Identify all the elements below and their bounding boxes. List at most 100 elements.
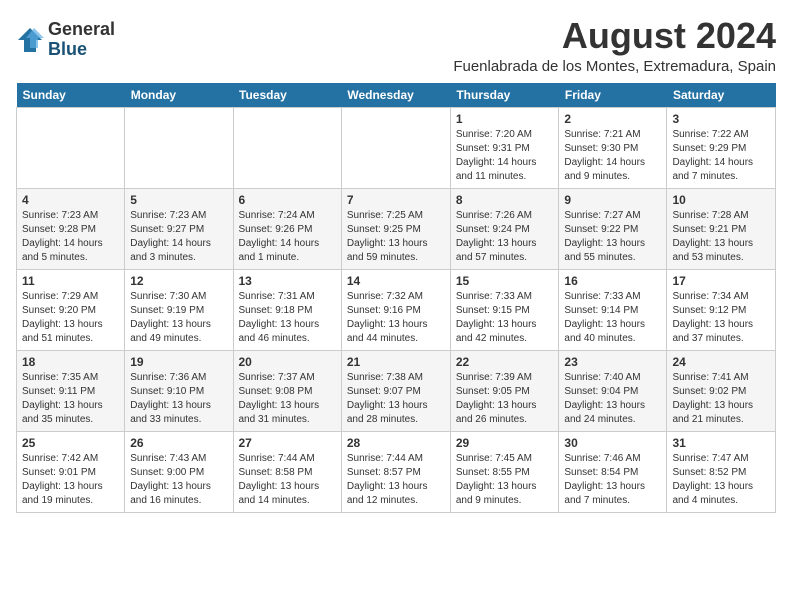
calendar-cell: 2Sunrise: 7:21 AM Sunset: 9:30 PM Daylig… <box>559 107 667 188</box>
day-number: 23 <box>564 355 661 369</box>
calendar-cell: 24 Sunrise: 7:41 AM Sunset: 9:02 PM Dayli… <box>667 350 776 431</box>
logo-icon <box>16 26 44 54</box>
day-info: Sunrise: 7:46 AM Sunset: 8:54 PM Dayligh… <box>564 452 661 508</box>
day-header-saturday: Saturday <box>667 83 776 108</box>
day-info: Sunrise: 7:40 AM Sunset: 9:04 PM Dayligh… <box>564 371 661 427</box>
calendar-cell: 10Sunrise: 7:28 AM Sunset: 9:21 PM Dayli… <box>667 188 776 269</box>
day-number: 21 <box>347 355 445 369</box>
week-row-3: 11 Sunrise: 7:29 AM Sunset: 9:20 PM Dayli… <box>17 269 776 350</box>
day-info: Sunrise: 7:41 AM Sunset: 9:02 PM Dayligh… <box>672 371 770 427</box>
day-number: 7 <box>347 193 445 207</box>
day-info: Sunrise: 7:33 AM Sunset: 9:14 PM Dayligh… <box>564 290 661 346</box>
title-area: August 2024 Fuenlabrada de los Montes, E… <box>453 16 776 75</box>
day-info: Sunrise: 7:24 AM Sunset: 9:26 PM Dayligh… <box>239 209 336 265</box>
day-number: 16 <box>564 274 661 288</box>
day-number: 18 <box>22 355 119 369</box>
day-info: Sunrise: 7:30 AM Sunset: 9:19 PM Dayligh… <box>130 290 227 346</box>
day-info: Sunrise: 7:44 AM Sunset: 8:58 PM Dayligh… <box>239 452 336 508</box>
calendar-cell: 21Sunrise: 7:38 AM Sunset: 9:07 PM Dayli… <box>341 350 450 431</box>
day-info: Sunrise: 7:37 AM Sunset: 9:08 PM Dayligh… <box>239 371 336 427</box>
week-row-5: 25 Sunrise: 7:42 AM Sunset: 9:01 PM Dayli… <box>17 431 776 512</box>
calendar-cell: 13Sunrise: 7:31 AM Sunset: 9:18 PM Dayli… <box>233 269 341 350</box>
day-header-sunday: Sunday <box>17 83 125 108</box>
day-info: Sunrise: 7:27 AM Sunset: 9:22 PM Dayligh… <box>564 209 661 265</box>
day-info: Sunrise: 7:29 AM Sunset: 9:20 PM Dayligh… <box>22 290 119 346</box>
day-number: 27 <box>239 436 336 450</box>
day-number: 31 <box>672 436 770 450</box>
day-number: 9 <box>564 193 661 207</box>
header: General Blue August 2024 Fuenlabrada de … <box>16 16 776 75</box>
week-row-4: 18 Sunrise: 7:35 AM Sunset: 9:11 PM Dayli… <box>17 350 776 431</box>
day-number: 17 <box>672 274 770 288</box>
calendar-cell: 20 Sunrise: 7:37 AM Sunset: 9:08 PM Dayli… <box>233 350 341 431</box>
calendar-cell: 19 Sunrise: 7:36 AM Sunset: 9:10 PM Dayli… <box>125 350 233 431</box>
day-info: Sunrise: 7:23 AM Sunset: 9:28 PM Dayligh… <box>22 209 119 265</box>
day-number: 14 <box>347 274 445 288</box>
calendar-cell: 7Sunrise: 7:25 AM Sunset: 9:25 PM Daylig… <box>341 188 450 269</box>
day-number: 2 <box>564 112 661 126</box>
day-number: 4 <box>22 193 119 207</box>
calendar-cell <box>17 107 125 188</box>
calendar-cell: 6Sunrise: 7:24 AM Sunset: 9:26 PM Daylig… <box>233 188 341 269</box>
calendar-cell: 22 Sunrise: 7:39 AM Sunset: 9:05 PM Dayli… <box>450 350 559 431</box>
days-header-row: SundayMondayTuesdayWednesdayThursdayFrid… <box>17 83 776 108</box>
day-number: 24 <box>672 355 770 369</box>
day-info: Sunrise: 7:33 AM Sunset: 9:15 PM Dayligh… <box>456 290 554 346</box>
day-number: 28 <box>347 436 445 450</box>
day-number: 20 <box>239 355 336 369</box>
day-number: 29 <box>456 436 554 450</box>
calendar-table: SundayMondayTuesdayWednesdayThursdayFrid… <box>16 83 776 513</box>
calendar-cell: 9 Sunrise: 7:27 AM Sunset: 9:22 PM Daylig… <box>559 188 667 269</box>
calendar-cell: 26Sunrise: 7:43 AM Sunset: 9:00 PM Dayli… <box>125 431 233 512</box>
location-subtitle: Fuenlabrada de los Montes, Extremadura, … <box>453 58 776 75</box>
day-number: 8 <box>456 193 554 207</box>
day-info: Sunrise: 7:34 AM Sunset: 9:12 PM Dayligh… <box>672 290 770 346</box>
calendar-cell: 1 Sunrise: 7:20 AM Sunset: 9:31 PM Daylig… <box>450 107 559 188</box>
day-info: Sunrise: 7:26 AM Sunset: 9:24 PM Dayligh… <box>456 209 554 265</box>
day-number: 30 <box>564 436 661 450</box>
day-info: Sunrise: 7:31 AM Sunset: 9:18 PM Dayligh… <box>239 290 336 346</box>
calendar-cell <box>341 107 450 188</box>
calendar-cell <box>233 107 341 188</box>
day-info: Sunrise: 7:22 AM Sunset: 9:29 PM Dayligh… <box>672 128 770 184</box>
day-info: Sunrise: 7:47 AM Sunset: 8:52 PM Dayligh… <box>672 452 770 508</box>
logo-text: General Blue <box>48 20 115 60</box>
calendar-cell: 12 Sunrise: 7:30 AM Sunset: 9:19 PM Dayli… <box>125 269 233 350</box>
week-row-1: 1 Sunrise: 7:20 AM Sunset: 9:31 PM Daylig… <box>17 107 776 188</box>
calendar-cell: 28 Sunrise: 7:44 AM Sunset: 8:57 PM Dayli… <box>341 431 450 512</box>
day-info: Sunrise: 7:44 AM Sunset: 8:57 PM Dayligh… <box>347 452 445 508</box>
day-number: 11 <box>22 274 119 288</box>
day-number: 22 <box>456 355 554 369</box>
day-info: Sunrise: 7:36 AM Sunset: 9:10 PM Dayligh… <box>130 371 227 427</box>
day-info: Sunrise: 7:42 AM Sunset: 9:01 PM Dayligh… <box>22 452 119 508</box>
day-number: 5 <box>130 193 227 207</box>
day-header-thursday: Thursday <box>450 83 559 108</box>
calendar-cell: 29Sunrise: 7:45 AM Sunset: 8:55 PM Dayli… <box>450 431 559 512</box>
month-title: August 2024 <box>453 16 776 56</box>
day-number: 26 <box>130 436 227 450</box>
calendar-cell: 31 Sunrise: 7:47 AM Sunset: 8:52 PM Dayli… <box>667 431 776 512</box>
calendar-cell: 8 Sunrise: 7:26 AM Sunset: 9:24 PM Daylig… <box>450 188 559 269</box>
day-header-wednesday: Wednesday <box>341 83 450 108</box>
calendar-cell: 5Sunrise: 7:23 AM Sunset: 9:27 PM Daylig… <box>125 188 233 269</box>
calendar-cell <box>125 107 233 188</box>
day-header-monday: Monday <box>125 83 233 108</box>
calendar-cell: 11 Sunrise: 7:29 AM Sunset: 9:20 PM Dayli… <box>17 269 125 350</box>
week-row-2: 4 Sunrise: 7:23 AM Sunset: 9:28 PM Daylig… <box>17 188 776 269</box>
calendar-cell: 16 Sunrise: 7:33 AM Sunset: 9:14 PM Dayli… <box>559 269 667 350</box>
day-number: 25 <box>22 436 119 450</box>
day-number: 19 <box>130 355 227 369</box>
calendar-cell: 14 Sunrise: 7:32 AM Sunset: 9:16 PM Dayli… <box>341 269 450 350</box>
calendar-cell: 15 Sunrise: 7:33 AM Sunset: 9:15 PM Dayli… <box>450 269 559 350</box>
day-header-friday: Friday <box>559 83 667 108</box>
day-number: 1 <box>456 112 554 126</box>
day-info: Sunrise: 7:32 AM Sunset: 9:16 PM Dayligh… <box>347 290 445 346</box>
calendar-cell: 27 Sunrise: 7:44 AM Sunset: 8:58 PM Dayli… <box>233 431 341 512</box>
logo: General Blue <box>16 20 115 60</box>
day-info: Sunrise: 7:35 AM Sunset: 9:11 PM Dayligh… <box>22 371 119 427</box>
day-info: Sunrise: 7:28 AM Sunset: 9:21 PM Dayligh… <box>672 209 770 265</box>
day-info: Sunrise: 7:39 AM Sunset: 9:05 PM Dayligh… <box>456 371 554 427</box>
day-number: 15 <box>456 274 554 288</box>
day-info: Sunrise: 7:20 AM Sunset: 9:31 PM Dayligh… <box>456 128 554 184</box>
day-number: 12 <box>130 274 227 288</box>
